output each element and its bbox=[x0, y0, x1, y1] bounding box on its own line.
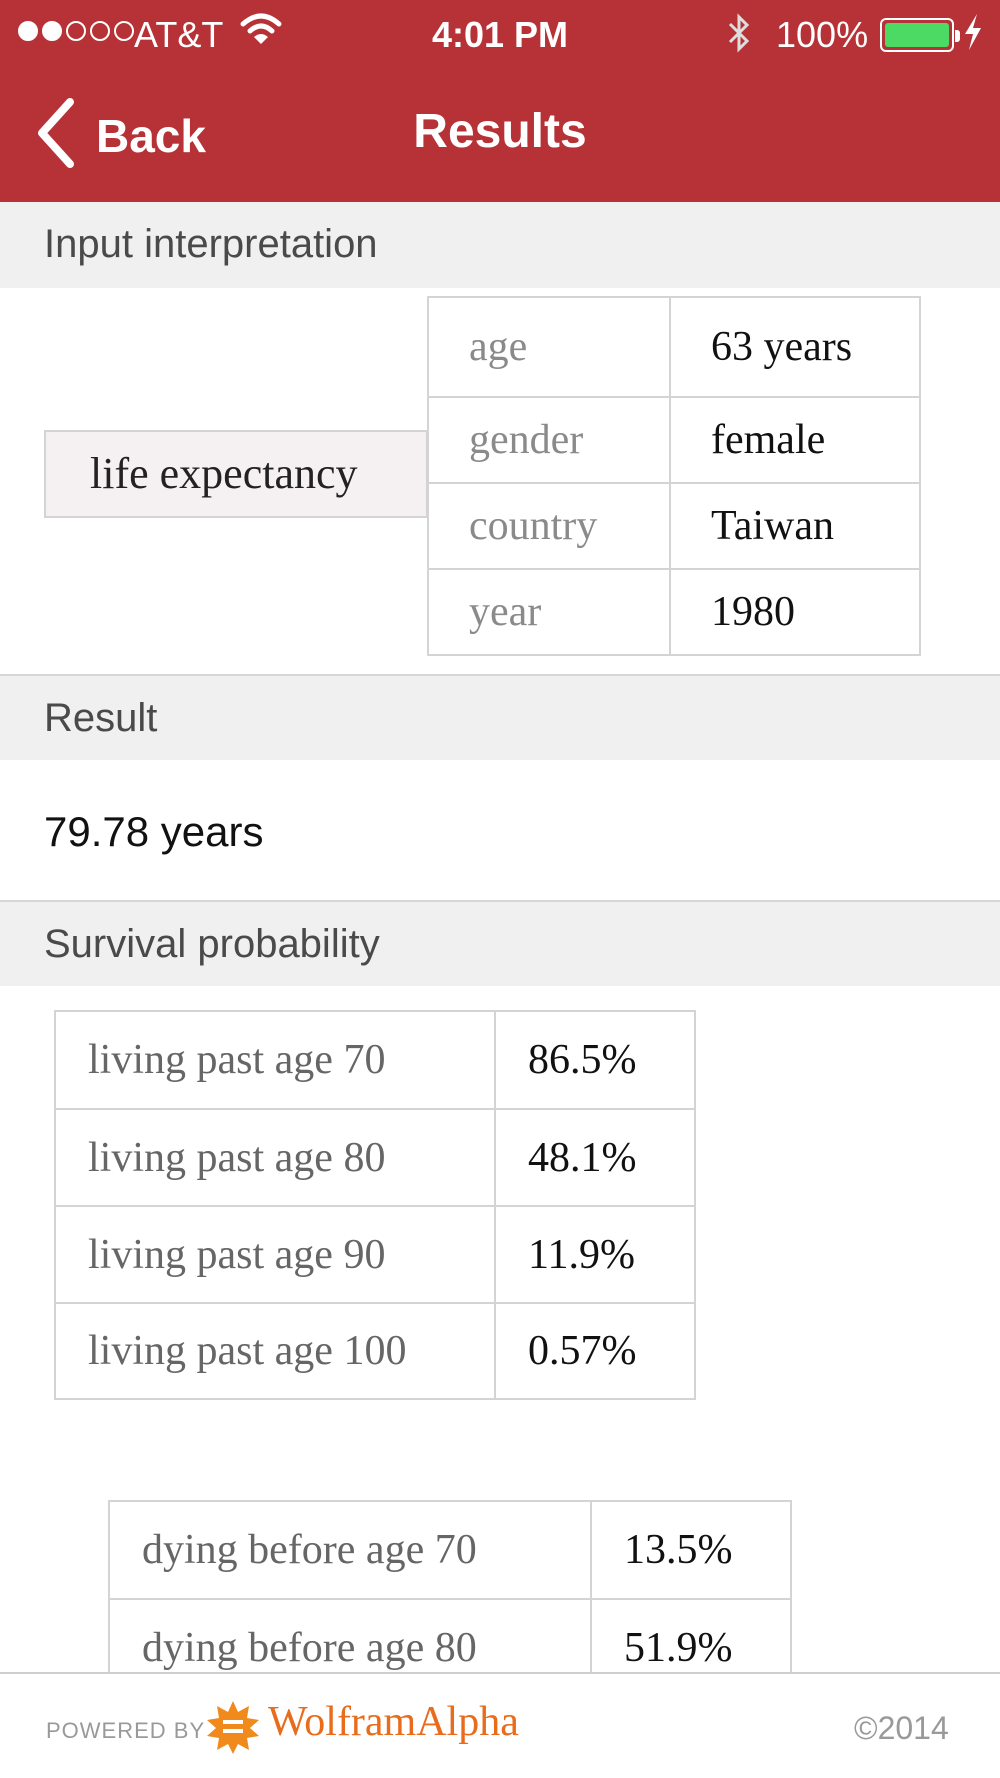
table-row: year 1980 bbox=[427, 568, 921, 656]
table-row: living past age 80 48.1% bbox=[54, 1108, 696, 1207]
section-title: Survival probability bbox=[44, 922, 380, 966]
input-parameters-table: age 63 years gender female country Taiwa… bbox=[427, 296, 921, 656]
table-row: living past age 70 86.5% bbox=[54, 1010, 696, 1110]
probability-label: living past age 100 bbox=[54, 1302, 496, 1400]
status-bar: AT&T 4:01 PM 100% bbox=[0, 0, 1000, 66]
table-row: living past age 100 0.57% bbox=[54, 1302, 696, 1400]
param-value: female bbox=[669, 396, 921, 484]
copyright: ©2014 bbox=[854, 1710, 949, 1746]
battery-percent: 100% bbox=[776, 14, 869, 55]
table-row: age 63 years bbox=[427, 296, 921, 398]
param-value: Taiwan bbox=[669, 482, 921, 570]
probability-value: 0.57% bbox=[494, 1302, 696, 1400]
param-label: gender bbox=[427, 396, 671, 484]
section-header-input-interpretation: Input interpretation bbox=[0, 202, 1000, 288]
charging-bolt-icon bbox=[962, 12, 984, 61]
param-value: 63 years bbox=[669, 296, 921, 398]
table-row: living past age 90 11.9% bbox=[54, 1205, 696, 1304]
probability-label: living past age 90 bbox=[54, 1205, 496, 1304]
probability-value: 86.5% bbox=[494, 1010, 696, 1110]
table-row: country Taiwan bbox=[427, 482, 921, 570]
bluetooth-icon bbox=[726, 12, 752, 63]
nav-bar: Back Results bbox=[0, 84, 1000, 184]
param-label: year bbox=[427, 568, 671, 656]
probability-value: 13.5% bbox=[590, 1500, 792, 1600]
probability-value: 48.1% bbox=[494, 1108, 696, 1207]
table-row: gender female bbox=[427, 396, 921, 484]
probability-label: living past age 70 bbox=[54, 1010, 496, 1110]
living-probability-table: living past age 70 86.5% living past age… bbox=[54, 1010, 696, 1400]
dying-probability-table: dying before age 70 13.5% dying before a… bbox=[108, 1500, 792, 1698]
param-value: 1980 bbox=[669, 568, 921, 656]
header: AT&T 4:01 PM 100% Back Results bbox=[0, 0, 1000, 202]
probability-value: 11.9% bbox=[494, 1205, 696, 1304]
section-header-survival-probability: Survival probability bbox=[0, 900, 1000, 986]
result-value: 79.78 years bbox=[44, 808, 264, 855]
section-header-result: Result bbox=[0, 674, 1000, 760]
powered-by-label: POWERED BY bbox=[46, 1718, 206, 1743]
footer: POWERED BY WolframAlpha ©2014 bbox=[0, 1672, 1000, 1778]
wolframalpha-logo[interactable]: WolframAlpha bbox=[268, 1698, 519, 1746]
section-title: Input interpretation bbox=[44, 222, 378, 266]
param-label: age bbox=[427, 296, 671, 398]
query-box: life expectancy bbox=[44, 430, 428, 518]
wolfram-star-icon[interactable] bbox=[206, 1700, 260, 1759]
param-label: country bbox=[427, 482, 671, 570]
battery-icon bbox=[880, 18, 960, 52]
probability-label: living past age 80 bbox=[54, 1108, 496, 1207]
section-title: Result bbox=[44, 696, 158, 740]
page-title: Results bbox=[413, 105, 587, 158]
probability-label: dying before age 70 bbox=[108, 1500, 592, 1600]
table-row: dying before age 70 13.5% bbox=[108, 1500, 792, 1600]
